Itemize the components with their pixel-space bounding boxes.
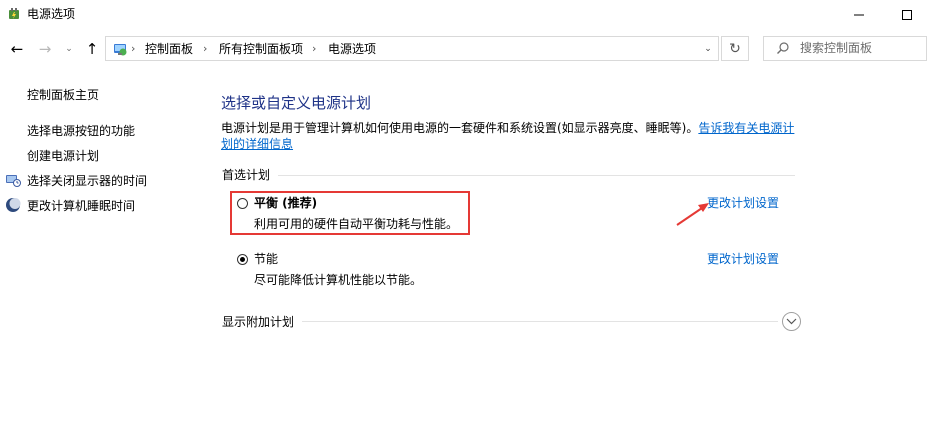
power-saver-plan-radio[interactable] [237,254,248,265]
recent-locations-button[interactable]: ⌄ [62,38,76,60]
back-button[interactable]: ← [6,38,28,60]
expand-additional-plans-button[interactable] [782,312,801,331]
back-arrow-icon: ← [10,40,24,58]
description-text: 电源计划是用于管理计算机如何使用电源的一套硬件和系统设置(如显示器亮度、睡眠等)… [221,121,699,135]
sidebar-create-plan-link[interactable]: 创建电源计划 [27,148,99,164]
minimize-button[interactable] [836,0,882,30]
divider [302,321,778,322]
minimize-icon [854,14,864,16]
control-panel-icon [114,44,127,56]
maximize-button[interactable] [884,0,927,30]
page-title: 选择或自定义电源计划 [221,94,372,112]
window-title: 电源选项 [27,7,76,21]
annotation-arrow-icon [676,203,709,226]
search-input[interactable] [800,38,920,58]
breadcrumb-separator: › [131,42,136,55]
chevron-down-icon: ⌄ [65,44,73,54]
address-dropdown-button[interactable]: ⌄ [698,36,718,61]
search-icon [777,42,789,54]
sidebar-sleep-time-link[interactable]: 更改计算机睡眠时间 [27,198,135,214]
sidebar-home-link[interactable]: 控制面板主页 [27,87,99,103]
title-bar [0,0,927,30]
forward-button[interactable]: → [34,38,56,60]
sidebar-power-button-link[interactable]: 选择电源按钮的功能 [27,123,135,139]
breadcrumb-power-options[interactable]: 电源选项 [328,41,376,57]
breadcrumb-separator: › [203,42,208,55]
refresh-icon: ↻ [729,40,741,57]
maximize-icon [902,10,912,20]
breadcrumb-control-panel[interactable]: 控制面板 [145,41,193,57]
address-bar[interactable] [105,36,719,61]
power-saver-plan-description: 尽可能降低计算机性能以节能。 [254,273,423,287]
highlight-box [230,191,470,235]
power-options-icon [9,8,19,19]
monitor-clock-icon [6,175,21,187]
preferred-plans-label: 首选计划 [222,168,271,182]
power-saver-plan-name[interactable]: 节能 [254,251,278,267]
up-button[interactable]: ↑ [81,38,103,60]
balanced-change-settings-link[interactable]: 更改计划设置 [707,195,779,211]
sidebar-display-off-link[interactable]: 选择关闭显示器的时间 [27,173,147,189]
breadcrumb-separator: › [312,42,317,55]
power-saver-change-settings-link[interactable]: 更改计划设置 [707,251,779,267]
plan-description: 电源计划是用于管理计算机如何使用电源的一套硬件和系统设置(如显示器亮度、睡眠等)… [221,120,801,152]
refresh-button[interactable]: ↻ [721,36,749,61]
divider [278,175,795,176]
breadcrumb-all-items[interactable]: 所有控制面板项 [219,41,303,57]
up-arrow-icon: ↑ [85,40,99,58]
show-additional-plans-label[interactable]: 显示附加计划 [222,314,294,330]
chevron-down-icon: ⌄ [704,43,712,54]
moon-icon [6,198,21,212]
forward-arrow-icon: → [38,40,52,58]
chevron-down-icon [786,318,797,325]
